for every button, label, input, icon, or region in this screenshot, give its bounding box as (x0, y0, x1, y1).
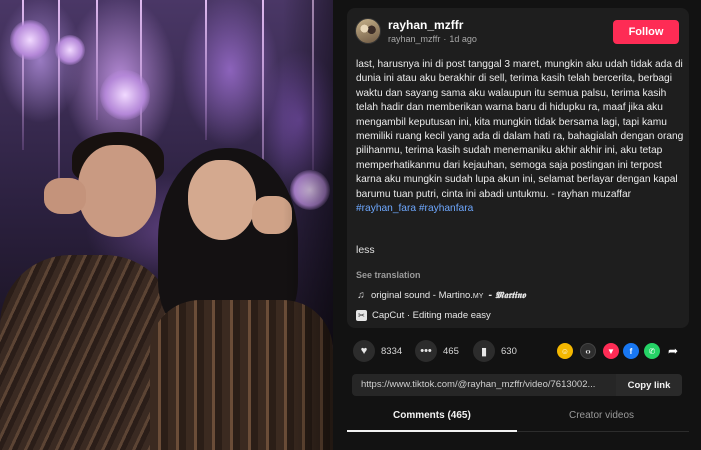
tiktok-post-page: rayhan_mzffr rayhan_mzffr · 1d ago Follow … (0, 0, 701, 450)
comment-icon: ••• (415, 340, 437, 362)
tab-creator-videos[interactable]: Creator videos (569, 410, 634, 421)
like-count: 8334 (381, 345, 403, 357)
capcut-link[interactable]: ✂ CapCut · Editing made easy (356, 310, 491, 321)
tab-active-indicator (347, 430, 517, 432)
embed-icon[interactable]: ‹› (580, 343, 596, 359)
tab-comments[interactable]: Comments (465) (393, 410, 471, 421)
whatsapp-icon[interactable]: ✆ (644, 343, 660, 359)
bookmark-icon: ▮ (473, 340, 495, 362)
send-icon[interactable]: ▼ (603, 343, 619, 359)
hashtag-link[interactable]: #rayhanfara (419, 203, 473, 214)
author-handle[interactable]: rayhan_mzffr (388, 34, 440, 44)
post-time: 1d ago (449, 34, 477, 44)
author-username[interactable]: rayhan_mzffr (388, 18, 463, 32)
sound-link[interactable]: ♫ original sound - Martino.MY - 𝕸𝖆𝖗𝖙𝖎𝖓𝖔 (356, 290, 526, 301)
hashtag-link[interactable]: #rayhan_fara (356, 203, 416, 214)
like-button[interactable]: ♥ 8334 (353, 340, 402, 362)
save-button[interactable]: ▮ 630 (473, 340, 517, 362)
link-bar: https://www.tiktok.com/@rayhan_mzffr/vid… (352, 374, 682, 396)
video-shade (0, 0, 333, 450)
friends-icon[interactable]: ☺ (557, 343, 573, 359)
share-arrow-icon[interactable]: ➦ (665, 343, 681, 359)
avatar[interactable] (355, 18, 381, 44)
post-caption: last, harusnya ini di post tanggal 3 mar… (356, 58, 686, 216)
meta-separator: · (443, 34, 447, 44)
music-note-icon: ♫ (357, 290, 365, 301)
sound-label: original sound - Martino.MY (371, 290, 483, 301)
heart-icon: ♥ (353, 340, 375, 362)
author-meta: rayhan_mzffr · 1d ago (388, 34, 477, 44)
video-player[interactable] (0, 0, 333, 450)
tab-bar: Comments (465) Creator videos (347, 402, 689, 432)
save-count: 630 (501, 345, 517, 357)
post-url[interactable]: https://www.tiktok.com/@rayhan_mzffr/vid… (361, 379, 611, 390)
comment-count: 465 (443, 345, 459, 357)
sound-suffix: MY (472, 293, 484, 300)
side-panel: rayhan_mzffr rayhan_mzffr · 1d ago Follow … (333, 0, 701, 450)
capcut-icon: ✂ (356, 310, 367, 321)
follow-button[interactable]: Follow (613, 20, 679, 44)
sound-name: original sound - Martino. (371, 290, 473, 301)
sound-artist: - 𝕸𝖆𝖗𝖙𝖎𝖓𝖔 (488, 290, 526, 301)
capcut-label: CapCut · Editing made easy (372, 310, 491, 321)
copy-link-button[interactable]: Copy link (616, 374, 682, 396)
comment-button[interactable]: ••• 465 (415, 340, 459, 362)
facebook-icon[interactable]: f (623, 343, 639, 359)
post-card: rayhan_mzffr rayhan_mzffr · 1d ago Follow … (347, 8, 689, 328)
action-bar: ♥ 8334 ••• 465 ▮ 630 ☺ ‹› ▼ f ✆ ➦ (347, 340, 689, 364)
see-translation-link[interactable]: See translation (356, 270, 421, 280)
less-toggle[interactable]: less (356, 244, 375, 256)
caption-text: last, harusnya ini di post tanggal 3 mar… (356, 59, 684, 200)
